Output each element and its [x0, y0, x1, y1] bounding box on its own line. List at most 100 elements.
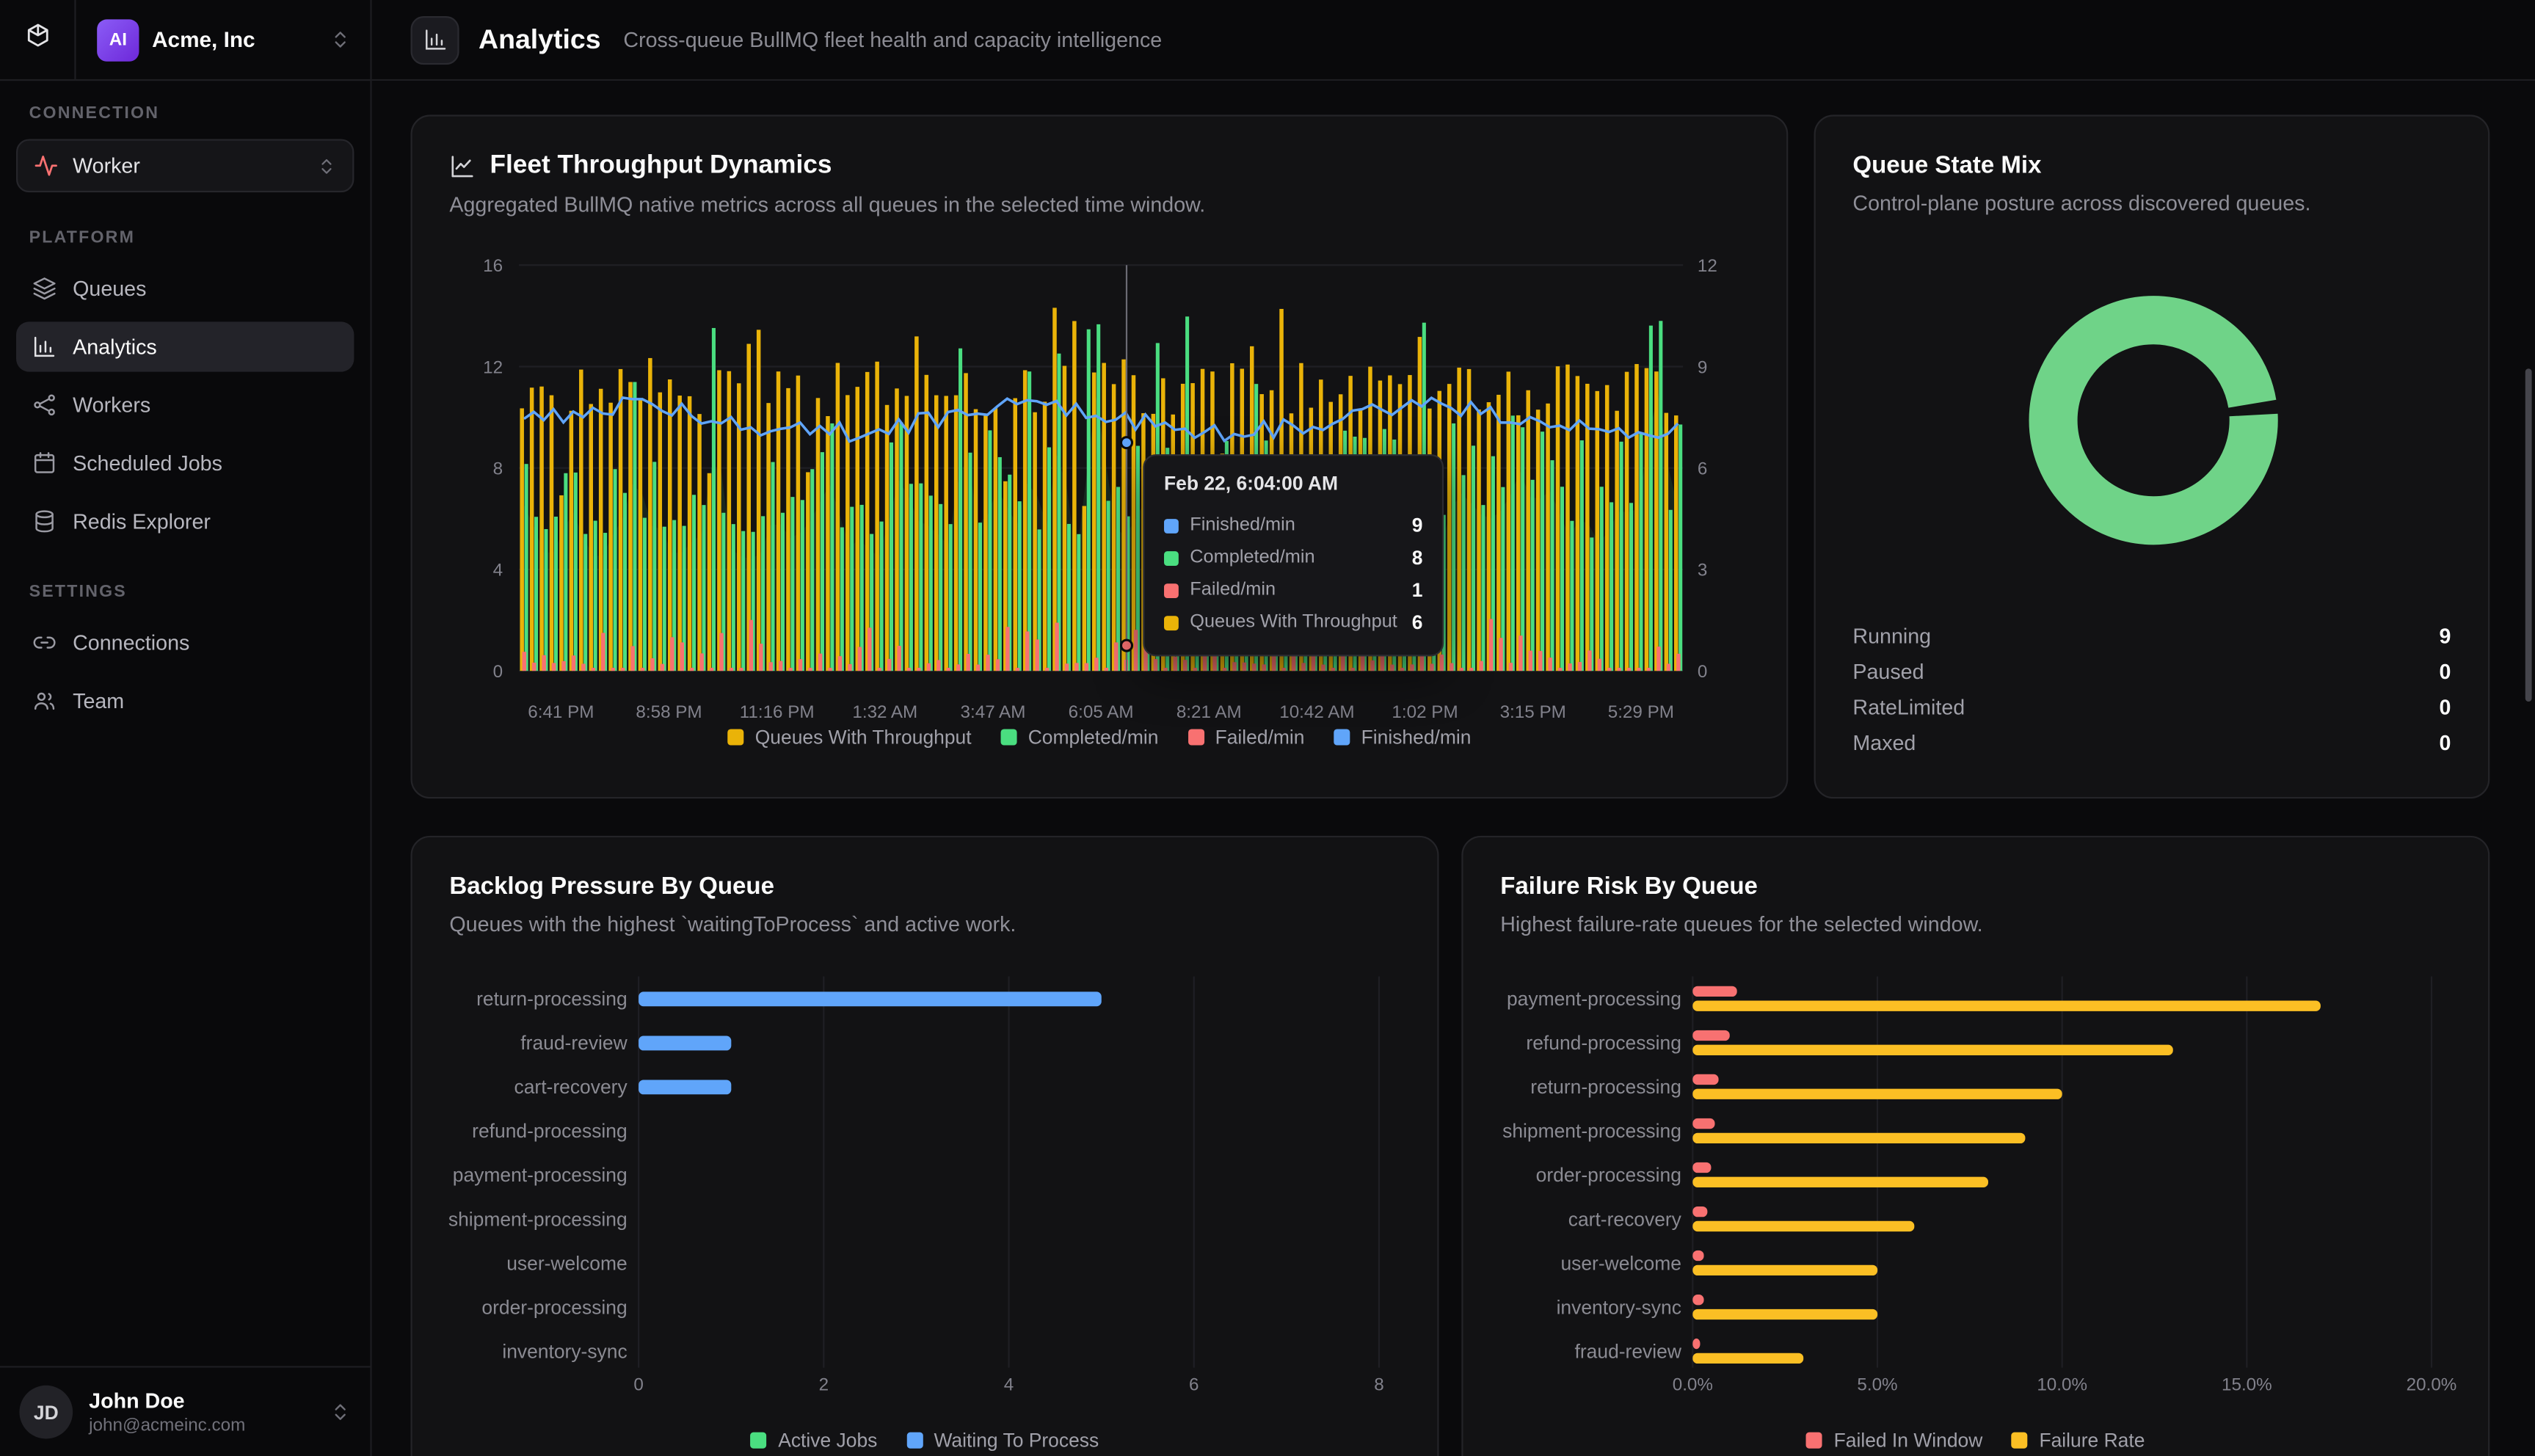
sidebar-item-label: Redis Explorer: [73, 509, 211, 534]
bar-chart-icon: [411, 15, 459, 64]
failure-risk-chart[interactable]: 0.0%5.0%10.0%15.0%20.0%payment-processin…: [1463, 967, 2492, 1419]
tooltip-row: Completed/min 8: [1164, 542, 1422, 574]
bar-segment: [1692, 1221, 1914, 1231]
team-icon: [32, 688, 57, 713]
series-swatch: [1334, 729, 1350, 745]
user-meta: John Doe john@acmeinc.com: [89, 1388, 313, 1435]
failure-risk-card: Failure Risk By Queue Highest failure-ra…: [1461, 836, 2489, 1456]
legend-row: RateLimited0: [1852, 688, 2451, 724]
fleet-throughput-chart[interactable]: 04812160369126:41 PM8:58 PM11:16 PM1:32 …: [412, 246, 1790, 731]
card-head: Backlog Pressure By Queue Queues with th…: [412, 837, 1438, 936]
queue-state-donut-chart[interactable]: [1816, 270, 2492, 594]
axis-tick-label: 8:58 PM: [636, 702, 702, 722]
analytics-icon: [32, 335, 57, 359]
series-swatch: [2012, 1433, 2028, 1449]
category-label: user-welcome: [506, 1252, 627, 1274]
sidebar-item-workers[interactable]: Workers: [16, 380, 354, 430]
category-label: user-welcome: [1560, 1252, 1681, 1274]
user-email: john@acmeinc.com: [89, 1416, 313, 1435]
sidebar-item-connections[interactable]: Connections: [16, 617, 354, 667]
series-swatch: [751, 1433, 767, 1449]
card-title: Backlog Pressure By Queue: [449, 873, 1398, 900]
sidebar-item-label: Scheduled Jobs: [73, 451, 222, 476]
calendar-icon: [32, 451, 57, 476]
series-swatch: [1164, 550, 1179, 565]
org-avatar: AI: [97, 18, 139, 60]
bar-segment: [1692, 1001, 2321, 1011]
series-swatch: [1806, 1433, 1822, 1449]
bar-segment: [1692, 1309, 1877, 1320]
category-label: payment-processing: [453, 1164, 628, 1186]
legend-row: Paused0: [1852, 653, 2451, 688]
axis-tick-label: 0: [633, 1375, 643, 1394]
connection-section-label: CONNECTION: [16, 103, 354, 123]
legend-row: Maxed0: [1852, 724, 2451, 760]
platform-section-label: PLATFORM: [16, 228, 354, 247]
chart-tooltip: Feb 22, 6:04:00 AM Finished/min 9 Comple…: [1143, 454, 1444, 656]
category-label: refund-processing: [472, 1120, 628, 1142]
app-logo-button[interactable]: [0, 0, 76, 79]
user-menu[interactable]: JD John Doe john@acmeinc.com: [0, 1366, 370, 1456]
connection-select[interactable]: Worker: [16, 139, 354, 192]
chevrons-up-down-icon: [330, 29, 351, 51]
category-label: payment-processing: [1507, 988, 1681, 1010]
series-swatch: [1188, 729, 1204, 745]
category-label: order-processing: [481, 1296, 627, 1318]
tooltip-title: Feb 22, 6:04:00 AM: [1164, 472, 1422, 495]
bar-segment: [1692, 986, 1736, 997]
axis-tick-label: 8: [493, 459, 503, 479]
workers-icon: [32, 393, 57, 417]
tooltip-row: Finished/min 9: [1164, 509, 1422, 542]
bar-segment: [1692, 1339, 1700, 1349]
bar-segment: [1692, 1030, 1729, 1041]
bar-segment: [1692, 1353, 1803, 1364]
backlog-pressure-card: Backlog Pressure By Queue Queues with th…: [411, 836, 1439, 1456]
legend-item: Completed/min: [1000, 726, 1158, 749]
sidebar-item-label: Analytics: [73, 335, 157, 359]
sidebar-item-redis-explorer[interactable]: Redis Explorer: [16, 496, 354, 546]
axis-tick-label: 11:16 PM: [740, 702, 815, 722]
axis-tick-label: 1:32 AM: [852, 702, 917, 722]
bar-segment: [1692, 1206, 1707, 1217]
axis-tick-label: 3: [1698, 561, 1707, 580]
axis-tick-label: 0: [493, 662, 503, 682]
axis-tick-label: 4: [1004, 1375, 1014, 1394]
legend-item: Finished/min: [1334, 726, 1471, 749]
sidebar-item-team[interactable]: Team: [16, 676, 354, 726]
chevrons-up-down-icon: [317, 156, 336, 175]
org-switcher[interactable]: AI Acme, Inc: [76, 0, 371, 79]
series-swatch: [1164, 518, 1179, 533]
page-header: Analytics Cross-queue BullMQ fleet healt…: [372, 0, 2535, 81]
queue-state-card: Queue State Mix Control-plane posture ac…: [1814, 114, 2490, 798]
card-head: Queue State Mix Control-plane posture ac…: [1816, 117, 2488, 215]
backlog-pressure-chart[interactable]: 02468return-processingfraud-reviewcart-r…: [412, 967, 1441, 1419]
sidebar-item-analytics[interactable]: Analytics: [16, 321, 354, 371]
category-label: shipment-processing: [1502, 1120, 1681, 1142]
axis-tick-label: 0.0%: [1673, 1375, 1713, 1394]
axis-tick-label: 15.0%: [2222, 1375, 2272, 1394]
bar-segment: [1692, 1074, 1718, 1085]
sidebar-item-label: Team: [73, 688, 124, 713]
app-logo-icon: [23, 22, 51, 57]
axis-tick-label: 2: [819, 1375, 829, 1394]
failure-legend: Failed In Window Failure Rate: [1463, 1429, 2489, 1452]
chevrons-up-down-icon: [330, 1402, 351, 1423]
activity-icon: [34, 153, 58, 178]
bar-segment: [1692, 1089, 2062, 1099]
axis-tick-label: 3:47 AM: [961, 702, 1026, 722]
axis-tick-label: 12: [483, 357, 503, 377]
card-title: Fleet Throughput Dynamics: [449, 152, 1747, 181]
legend-row: Running9: [1852, 617, 2451, 652]
bar-segment: [1692, 1162, 1711, 1173]
card-head: Failure Risk By Queue Highest failure-ra…: [1463, 837, 2489, 936]
sidebar-item-scheduled-jobs[interactable]: Scheduled Jobs: [16, 438, 354, 488]
app-root: AI Acme, Inc CONNECTION Worker PLATFORM: [0, 0, 2535, 1456]
org-name: Acme, Inc: [152, 27, 317, 51]
fleet-throughput-card: Fleet Throughput Dynamics Aggregated Bul…: [411, 114, 1789, 798]
scrollbar-thumb[interactable]: [2525, 368, 2532, 702]
axis-tick-label: 4: [493, 561, 503, 580]
category-label: inventory-sync: [1557, 1296, 1681, 1318]
sidebar-item-queues[interactable]: Queues: [16, 263, 354, 313]
axis-tick-label: 5.0%: [1857, 1375, 1897, 1394]
axis-tick-label: 10.0%: [2037, 1375, 2087, 1394]
